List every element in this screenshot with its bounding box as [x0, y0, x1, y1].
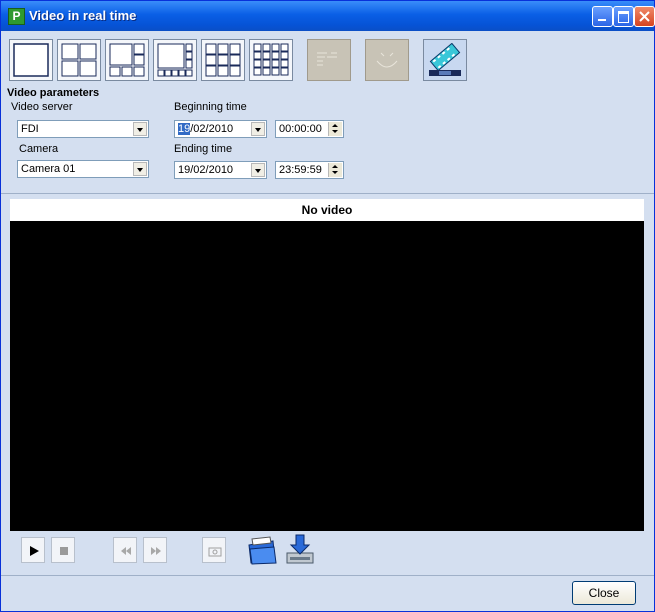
rewind-button[interactable]	[113, 537, 137, 563]
spin-arrows-icon[interactable]	[328, 122, 342, 136]
video-status: No video	[10, 199, 644, 221]
beginning-date-rest: /02/2010	[190, 123, 234, 135]
minimize-button[interactable]	[592, 6, 613, 27]
maximize-icon	[618, 11, 629, 23]
app-icon: P	[8, 8, 25, 25]
main-window: P Video in real time Video parameters Vi…	[0, 0, 655, 612]
video-parameters-title: Video parameters	[7, 87, 100, 99]
beginning-time-label: Beginning time	[174, 101, 247, 113]
stop-icon	[60, 547, 68, 555]
layout-toolbar	[9, 36, 649, 84]
beginning-date-picker[interactable]: 19/02/2010	[174, 120, 267, 138]
beginning-time-spinner[interactable]: 00:00:00	[275, 120, 344, 138]
title-bar[interactable]: P Video in real time	[1, 1, 655, 31]
calendar-dropdown-icon[interactable]	[251, 163, 265, 177]
download-button[interactable]	[284, 533, 316, 567]
layout-1plus5-icon	[109, 43, 145, 77]
maximize-button[interactable]	[613, 6, 634, 27]
video-server-select[interactable]: FDI	[17, 120, 149, 138]
camera-icon	[376, 52, 398, 68]
ending-time-value: 23:59:59	[279, 164, 322, 176]
ending-time-label: Ending time	[174, 143, 233, 155]
sequence-icon	[317, 52, 337, 66]
layout-4x4-button[interactable]	[249, 39, 293, 81]
ending-date-value: 19/02/2010	[178, 164, 234, 176]
video-display[interactable]	[10, 221, 644, 531]
film-button[interactable]	[423, 39, 467, 81]
layout-1plus7-icon	[157, 43, 193, 77]
footer-divider	[1, 575, 654, 576]
snapshot-button[interactable]	[202, 537, 226, 563]
chevron-down-icon[interactable]	[133, 162, 147, 176]
fast-forward-icon	[151, 547, 161, 555]
layout-1plus7-button[interactable]	[153, 39, 197, 81]
film-icon	[429, 43, 461, 76]
camera-select[interactable]: Camera 01	[17, 160, 149, 178]
video-server-label: Video server	[11, 101, 73, 113]
divider	[1, 193, 654, 194]
calendar-dropdown-icon[interactable]	[251, 122, 265, 136]
close-icon	[639, 11, 650, 22]
camera-value: Camera 01	[21, 163, 76, 175]
playback-controls	[10, 531, 644, 573]
chevron-down-icon[interactable]	[133, 122, 147, 136]
open-folder-button[interactable]	[246, 533, 278, 567]
window-title: Video in real time	[29, 8, 137, 23]
play-icon	[30, 546, 39, 556]
play-button[interactable]	[21, 537, 45, 563]
open-folder-icon	[248, 536, 277, 565]
stop-button[interactable]	[51, 537, 75, 563]
ending-time-spinner[interactable]: 23:59:59	[275, 161, 344, 179]
beginning-date-value: 19/02/2010	[178, 123, 233, 135]
close-button[interactable]: Close	[572, 581, 636, 605]
spin-arrows-icon[interactable]	[328, 163, 342, 177]
layout-3x3-icon	[205, 43, 241, 77]
snapshot-icon	[208, 547, 222, 557]
camera-label: Camera	[19, 143, 59, 155]
layout-1plus5-button[interactable]	[105, 39, 149, 81]
layout-3x3-button[interactable]	[201, 39, 245, 81]
layout-4x4-icon	[253, 43, 289, 76]
layout-2x2-button[interactable]	[57, 39, 101, 81]
ending-date-picker[interactable]: 19/02/2010	[174, 161, 267, 179]
video-server-value: FDI	[21, 123, 39, 135]
fast-forward-button[interactable]	[143, 537, 167, 563]
camera-button[interactable]	[365, 39, 409, 81]
layout-1x1-icon	[13, 43, 49, 77]
close-window-button[interactable]	[634, 6, 655, 27]
layout-2x2-icon	[61, 43, 97, 77]
sequence-button[interactable]	[307, 39, 351, 81]
layout-1x1-button[interactable]	[9, 39, 53, 81]
minimize-icon	[598, 19, 606, 21]
rewind-icon	[121, 547, 131, 555]
download-icon	[286, 534, 314, 564]
beginning-time-value: 00:00:00	[279, 123, 322, 135]
beginning-day-selection: 19	[178, 123, 191, 135]
